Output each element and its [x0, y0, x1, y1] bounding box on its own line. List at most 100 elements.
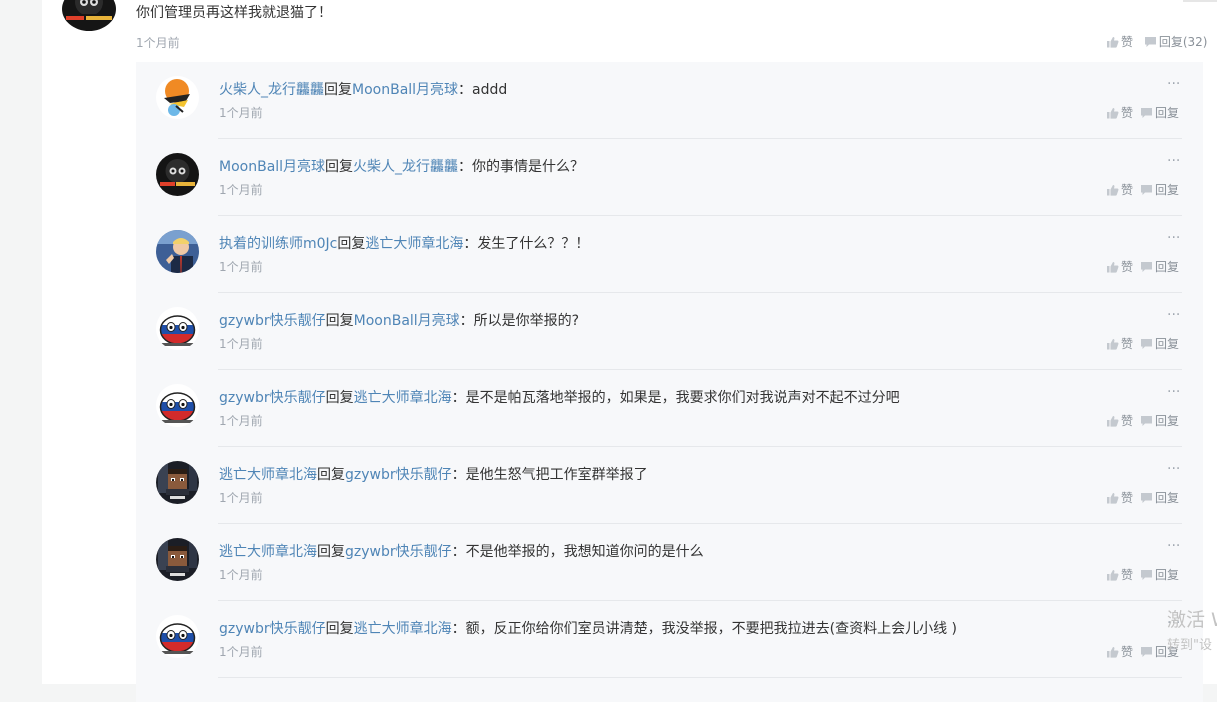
thumbs-up-icon — [1107, 36, 1119, 48]
reply-author-link[interactable]: gzywbr快乐靓仔 — [219, 313, 326, 329]
reply-word: 回复 — [317, 467, 345, 483]
watermark-line-1: 激活 W — [1167, 609, 1217, 631]
more-options-button[interactable]: ··· — [1167, 76, 1180, 92]
reply-button[interactable]: 回复 — [1140, 489, 1179, 506]
reply-word: 回复 — [325, 621, 354, 637]
like-button[interactable]: 赞 — [1106, 335, 1133, 352]
reply-text: MoonBall月亮球回复火柴人_龙行龘龘：你的事情是什么？ — [219, 156, 584, 176]
reply-item: gzywbr快乐靓仔回复逃亡大师章北海：是不是帕瓦落地举报的，如果是，我要求你们… — [136, 370, 1203, 447]
reply-author-link[interactable]: 执着的训练师m0Jc — [219, 236, 337, 252]
more-options-button[interactable]: ··· — [1167, 538, 1180, 554]
stickman-avatar[interactable] — [156, 76, 199, 119]
reply-label: 回复 — [1155, 106, 1180, 120]
reply-item: MoonBall月亮球回复火柴人_龙行龘龘：你的事情是什么？ 1个月前 ··· 赞回复 — [136, 139, 1203, 216]
reply-actions: 赞 回复 — [1106, 258, 1179, 276]
reply-button[interactable]: 回复 — [1140, 181, 1179, 198]
reply-target-link[interactable]: MoonBall月亮球 — [352, 82, 458, 98]
like-button[interactable]: 赞 — [1106, 643, 1133, 660]
reply-actions: 赞 回复 — [1106, 104, 1179, 122]
reply-word: 回复 — [325, 313, 354, 329]
like-button[interactable]: 赞 — [1106, 566, 1133, 583]
reply-actions: 赞 回复 — [1106, 412, 1179, 430]
reply-author-link[interactable]: 逃亡大师章北海 — [219, 467, 317, 483]
main-comment-text: 你们管理员再这样我就退猫了！ — [136, 5, 332, 21]
comment-icon — [1141, 492, 1153, 503]
blockman-avatar[interactable] — [156, 461, 199, 504]
more-options-button[interactable]: ··· — [1167, 153, 1180, 169]
more-options-button[interactable]: ··· — [1167, 461, 1180, 477]
reply-time: 1个月前 — [219, 491, 263, 505]
reply-target-link[interactable]: 逃亡大师章北海 — [354, 621, 452, 637]
reply-item: 火柴人_龙行龘龘回复MoonBall月亮球：addd 1个月前 ··· 赞回复 — [136, 62, 1203, 139]
reply-target-link[interactable]: 逃亡大师章北海 — [365, 236, 463, 252]
like-button[interactable]: 赞 — [1106, 489, 1133, 506]
reply-time: 1个月前 — [219, 337, 263, 351]
like-button[interactable]: 赞 — [1106, 104, 1133, 121]
reply-content: ：所以是你举报的? — [459, 313, 580, 329]
reply-time: 1个月前 — [219, 260, 263, 274]
like-label: 赞 — [1121, 183, 1134, 197]
more-options-button[interactable]: ··· — [1167, 384, 1180, 400]
comment-icon — [1141, 646, 1153, 657]
reply-actions: 赞 回复 — [1106, 566, 1179, 584]
reply-time: 1个月前 — [219, 568, 263, 582]
comment-icon — [1144, 36, 1156, 47]
reply-author-link[interactable]: MoonBall月亮球 — [219, 159, 325, 175]
reply-divider — [218, 677, 1182, 678]
reply-button[interactable]: 回复 — [1140, 566, 1179, 583]
reply-text: gzywbr快乐靓仔回复逃亡大师章北海：额，反正你给你们室员讲清楚，我没举报，不… — [219, 618, 957, 638]
comment-icon — [1141, 569, 1153, 580]
reply-label: 回复 — [1155, 260, 1180, 274]
reply-text: 逃亡大师章北海回复gzywbr快乐靓仔：是他生怒气把工作室群举报了 — [219, 464, 648, 484]
reply-author-link[interactable]: 逃亡大师章北海 — [219, 544, 317, 560]
thumbs-up-icon — [1107, 415, 1119, 427]
like-button[interactable]: 赞 — [1106, 412, 1133, 429]
like-label: 赞 — [1121, 568, 1134, 582]
reply-button[interactable]: 回复 — [1140, 258, 1179, 275]
reply-button[interactable]: 回复 — [1140, 335, 1179, 352]
like-button[interactable]: 赞 — [1106, 258, 1133, 275]
reply-label: 回复 — [1155, 183, 1180, 197]
reply-target-link[interactable]: gzywbr快乐靓仔 — [345, 544, 452, 560]
reply-text: gzywbr快乐靓仔回复逃亡大师章北海：是不是帕瓦落地举报的，如果是，我要求你们… — [219, 387, 900, 407]
thumbs-up-icon — [1107, 261, 1119, 273]
reply-button[interactable]: 回复 — [1140, 412, 1179, 429]
reply-content: ：不是他举报的，我想知道你问的是什么 — [451, 544, 704, 560]
thumbs-up-icon — [1107, 492, 1119, 504]
reply-content: ：你的事情是什么？ — [458, 159, 585, 175]
like-button[interactable]: 赞 — [1106, 181, 1133, 198]
reply-label: 回复 — [1155, 337, 1180, 351]
blockman-avatar[interactable] — [156, 538, 199, 581]
reply-button[interactable]: 回复 — [1140, 104, 1179, 121]
countryball-avatar[interactable] — [156, 384, 199, 427]
reply-time: 1个月前 — [219, 645, 263, 659]
main-reply-label: 回复(32) — [1158, 35, 1208, 49]
thumbs-up-icon — [1107, 646, 1119, 658]
countryball-avatar[interactable] — [156, 615, 199, 658]
reply-target-link[interactable]: 火柴人_龙行龘龘 — [353, 159, 458, 175]
main-reply-button[interactable]: 回复(32) — [1144, 33, 1208, 50]
reply-word: 回复 — [324, 82, 352, 98]
reply-content: ：额，反正你给你们室员讲清楚，我没举报，不要把我拉进去(查资料上会儿小线 ) — [451, 621, 957, 637]
reply-time: 1个月前 — [219, 106, 263, 120]
reply-actions: 赞 回复 — [1106, 335, 1179, 353]
reply-author-link[interactable]: 火柴人_龙行龘龘 — [219, 82, 324, 98]
reply-word: 回复 — [317, 544, 345, 560]
like-label: 赞 — [1121, 106, 1134, 120]
countryball-avatar[interactable] — [156, 307, 199, 350]
more-options-button[interactable]: ··· — [1167, 230, 1180, 246]
reply-text: 执着的训练师m0Jc回复逃亡大师章北海：发生了什么？？！ — [219, 233, 589, 253]
trainer-avatar[interactable] — [156, 230, 199, 273]
reply-author-link[interactable]: gzywbr快乐靓仔 — [219, 390, 326, 406]
reply-target-link[interactable]: gzywbr快乐靓仔 — [345, 467, 452, 483]
reply-target-link[interactable]: 逃亡大师章北海 — [354, 390, 452, 406]
reply-target-link[interactable]: MoonBall月亮球 — [354, 313, 460, 329]
main-comment-actions: 赞 回复(32) — [1106, 33, 1207, 51]
moonball-avatar[interactable] — [156, 153, 199, 196]
reply-actions: 赞 回复 — [1106, 489, 1179, 507]
main-like-button[interactable]: 赞 — [1106, 33, 1133, 50]
more-options-button[interactable]: ··· — [1167, 307, 1180, 323]
reply-label: 回复 — [1155, 414, 1180, 428]
reply-text: gzywbr快乐靓仔回复MoonBall月亮球：所以是你举报的? — [219, 310, 579, 330]
reply-author-link[interactable]: gzywbr快乐靓仔 — [219, 621, 326, 637]
